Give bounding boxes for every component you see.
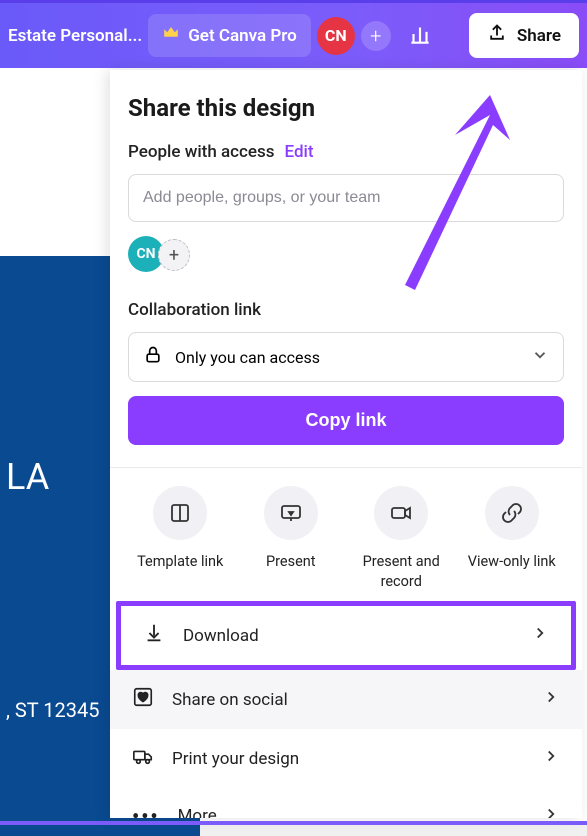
bar-chart-icon <box>407 21 433 51</box>
share-panel-title: Share this design <box>128 94 564 122</box>
option-label: Present and record <box>349 552 454 591</box>
option-present-record[interactable]: Present and record <box>349 486 454 591</box>
plus-icon: + <box>169 245 179 266</box>
add-collaborator-button[interactable]: + <box>361 21 391 51</box>
document-title[interactable]: Estate Personal... <box>8 26 142 46</box>
people-access-row: People with access Edit <box>128 142 564 162</box>
option-present[interactable]: Present <box>239 486 344 591</box>
share-menu-list: Download Share on social Print your desi… <box>110 601 582 818</box>
template-icon <box>153 486 207 540</box>
option-label: View-only link <box>468 552 556 572</box>
menu-print[interactable]: Print your design <box>110 729 582 788</box>
chevron-down-icon <box>531 346 549 368</box>
plus-icon: + <box>370 24 381 48</box>
get-pro-button[interactable]: Get Canva Pro <box>148 14 311 57</box>
lock-icon <box>143 345 163 369</box>
option-template-link[interactable]: Template link <box>128 486 233 591</box>
more-icon: ••• <box>132 804 160 818</box>
share-options-row: Template link Present Present and record… <box>128 486 564 591</box>
option-label: Template link <box>137 552 223 572</box>
share-button[interactable]: Share <box>469 13 579 58</box>
truck-icon <box>132 745 154 772</box>
user-avatar[interactable]: CN <box>317 17 355 55</box>
menu-label: Share on social <box>172 690 288 710</box>
chevron-right-icon <box>542 688 560 711</box>
upload-icon <box>487 23 507 48</box>
menu-label: Print your design <box>172 749 299 769</box>
link-icon <box>485 486 539 540</box>
heart-box-icon <box>132 686 154 713</box>
bottom-strip <box>0 821 587 825</box>
menu-label: Download <box>183 626 259 646</box>
option-view-only[interactable]: View-only link <box>460 486 565 591</box>
collab-link-label: Collaboration link <box>128 300 564 320</box>
menu-label: More <box>178 806 217 818</box>
menu-download[interactable]: Download <box>121 606 571 665</box>
record-icon <box>374 486 428 540</box>
chevron-right-icon <box>542 747 560 770</box>
share-panel: Share this design People with access Edi… <box>110 70 582 818</box>
people-access-label: People with access <box>128 142 275 162</box>
chevron-right-icon <box>542 805 560 818</box>
option-label: Present <box>266 552 316 572</box>
share-label: Share <box>517 26 561 46</box>
crown-icon <box>162 24 180 47</box>
people-input[interactable] <box>128 174 564 222</box>
divider <box>110 467 582 468</box>
menu-more[interactable]: ••• More <box>110 788 582 818</box>
collab-access-value: Only you can access <box>175 348 320 367</box>
present-icon <box>264 486 318 540</box>
collab-access-select[interactable]: Only you can access <box>128 332 564 382</box>
get-pro-label: Get Canva Pro <box>188 26 297 46</box>
collaborator-avatars: CN + <box>128 222 564 272</box>
edit-access-link[interactable]: Edit <box>285 142 314 162</box>
insights-button[interactable] <box>397 13 443 59</box>
menu-share-social[interactable]: Share on social <box>110 670 582 729</box>
topbar: Estate Personal... Get Canva Pro CN + Sh… <box>0 0 587 68</box>
chevron-right-icon <box>531 624 549 647</box>
copy-link-button[interactable]: Copy link <box>128 396 564 445</box>
add-person-button[interactable]: + <box>158 239 190 271</box>
download-icon <box>143 622 165 649</box>
